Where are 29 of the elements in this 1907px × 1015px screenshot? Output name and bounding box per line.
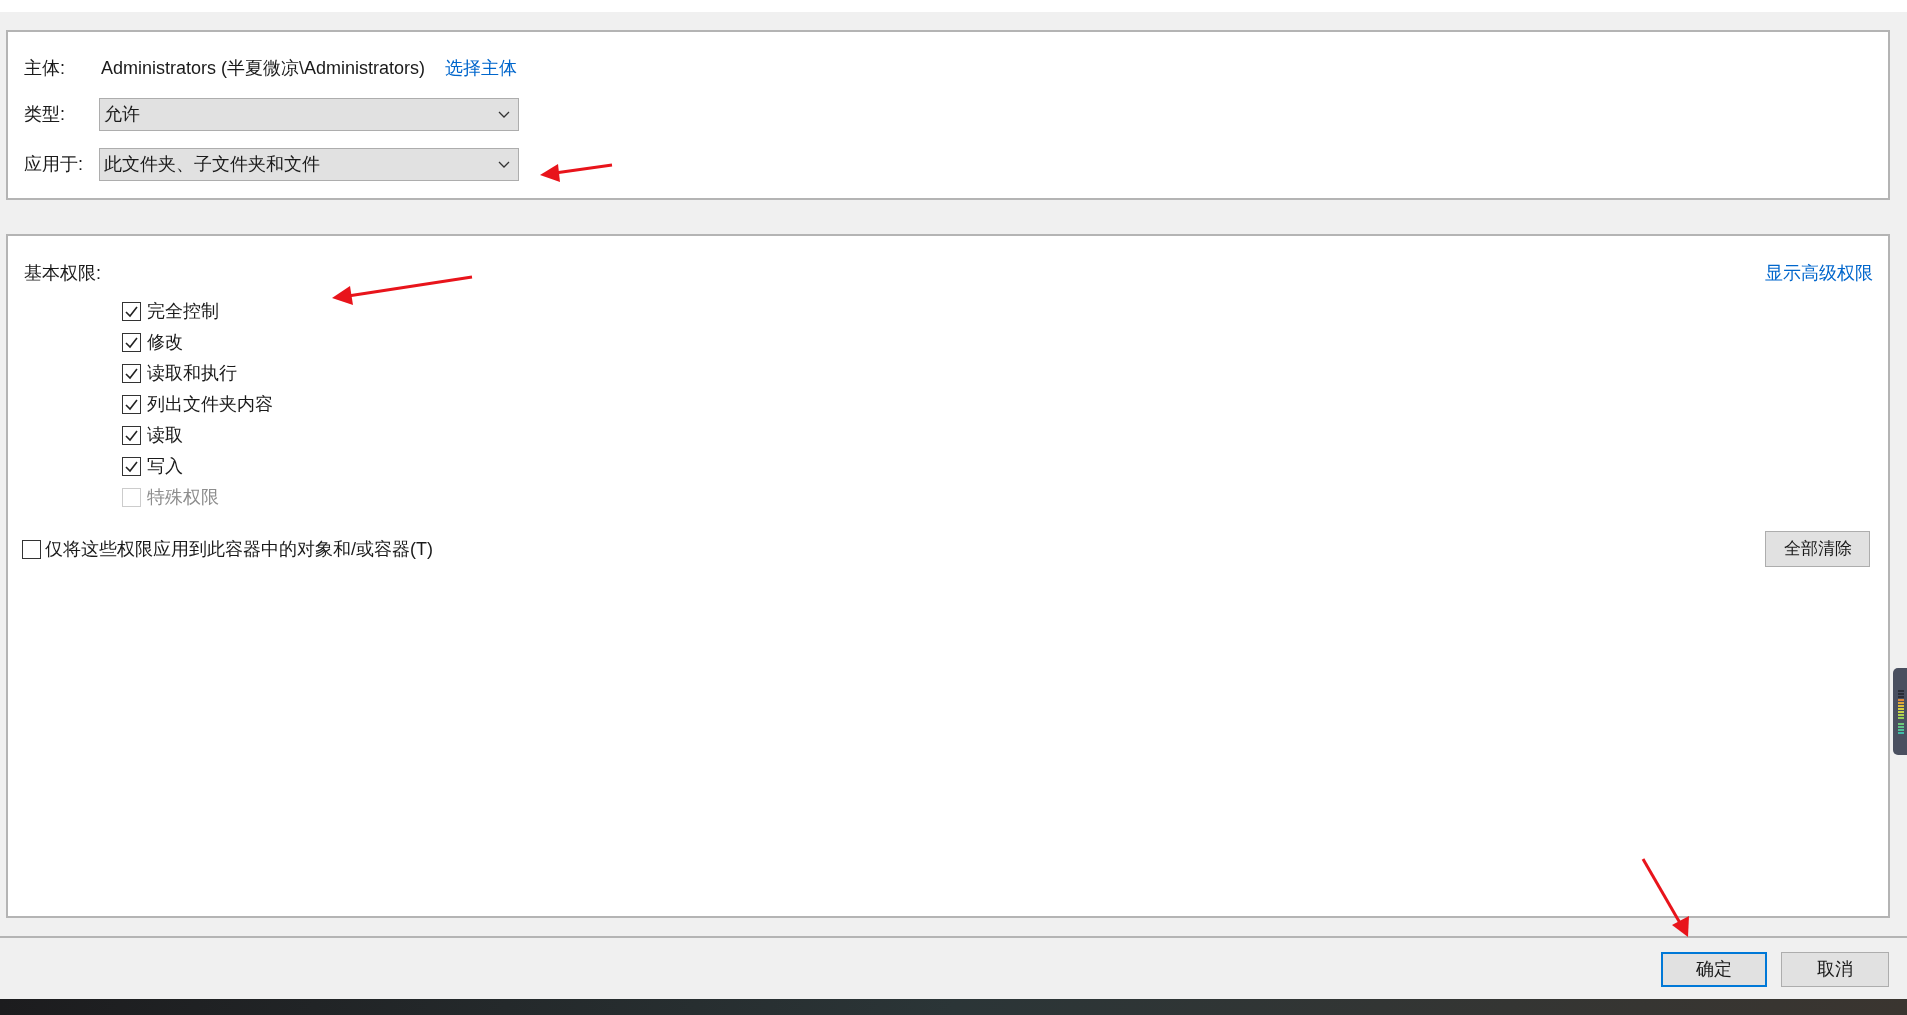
checkbox[interactable] <box>122 426 141 445</box>
checkbox[interactable] <box>22 539 41 559</box>
section-label: 基本权限: <box>24 261 101 285</box>
dropdown[interactable]: 允许 <box>99 98 519 131</box>
checkbox[interactable] <box>122 395 141 414</box>
checkbox[interactable] <box>122 333 141 352</box>
advanced-permissions-link[interactable]: 显示高级权限 <box>1765 259 1873 287</box>
dropdown[interactable]: 此文件夹、子文件夹和文件 <box>99 148 519 181</box>
checkbox-label: 特殊权限 <box>147 486 219 509</box>
checkbox[interactable] <box>122 364 141 383</box>
chevron-down-icon <box>498 161 510 168</box>
checkbox-label: 读取 <box>147 424 183 447</box>
checkbox-label: 完全控制 <box>147 300 219 323</box>
cancel-button[interactable]: 取消 <box>1781 952 1889 987</box>
chevron-down-icon <box>498 111 510 118</box>
checkbox-label: 读取和执行 <box>147 362 237 385</box>
ok-button[interactable]: 确定 <box>1661 952 1767 987</box>
checkbox-label: 仅将这些权限应用到此容器中的对象和/或容器(T) <box>45 537 433 561</box>
field-label: 类型: <box>24 103 66 126</box>
field-label: 主体: <box>24 56 66 80</box>
principal-value: Administrators (半夏微凉\Administrators) <box>101 56 426 80</box>
checkbox-label: 写入 <box>147 455 183 478</box>
checkbox[interactable] <box>122 457 141 476</box>
checkbox-label: 列出文件夹内容 <box>147 393 273 416</box>
field-label: 应用于: <box>24 153 84 176</box>
select-principal-link[interactable]: 选择主体 <box>445 54 518 82</box>
clear-all-button[interactable]: 全部清除 <box>1765 531 1870 567</box>
checkbox-label: 修改 <box>147 331 183 354</box>
checkbox[interactable] <box>122 302 141 321</box>
